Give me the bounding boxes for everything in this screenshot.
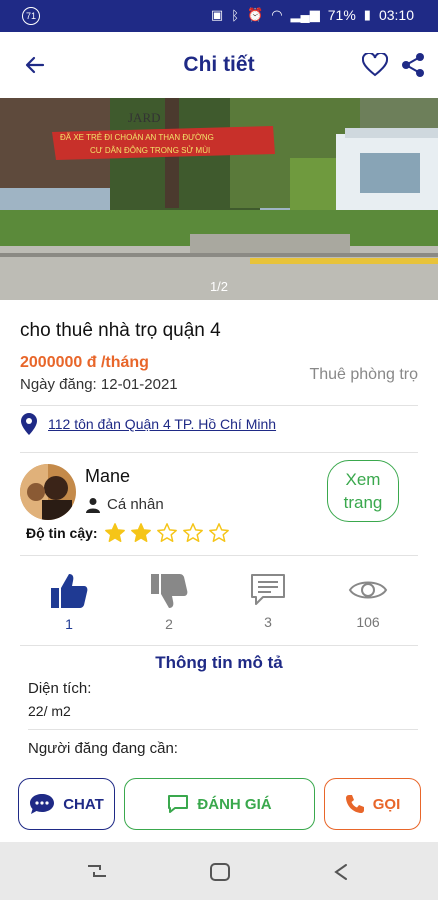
- alarm-icon: ⏰: [247, 7, 264, 22]
- heart-icon: [362, 53, 388, 77]
- favorite-button[interactable]: [360, 48, 390, 82]
- wifi-icon: ◠: [271, 7, 283, 22]
- star-rating: [104, 522, 230, 544]
- home-icon[interactable]: [209, 862, 231, 882]
- owner-name: Mane: [85, 466, 131, 486]
- dislike-stat[interactable]: 2: [139, 572, 199, 632]
- comment-count: 3: [264, 614, 272, 630]
- eye-icon: [348, 581, 388, 599]
- address-link[interactable]: 112 tôn đản Quận 4 TP. Hồ Chí Minh: [48, 416, 276, 432]
- star-empty-icon: [156, 523, 177, 542]
- comment-icon: [251, 574, 285, 605]
- rate-button[interactable]: ĐÁNH GIÁ: [124, 778, 315, 830]
- comment-stat[interactable]: 3: [238, 572, 298, 630]
- star-filled-icon: [130, 523, 151, 542]
- listing-photo-carousel[interactable]: ĐÃ XE TRẺ ĐI CHOÁN AN THAN ĐƯỜNG CƯ DÂN …: [0, 98, 438, 300]
- status-icons: ▣ ᛒ ⏰ ◠ ▂▄▆ 71% ▮ 03:10: [211, 7, 414, 23]
- person-icon: [86, 497, 100, 513]
- interaction-stats: 1 2 3 106: [0, 572, 438, 636]
- sim-icon: ▣: [210, 7, 224, 22]
- system-nav-bar: [0, 842, 438, 900]
- banner-line-1: ĐÃ XE TRẺ ĐI CHOÁN AN THAN ĐƯỜNG: [60, 133, 214, 142]
- posted-date: Ngày đăng: 12-01-2021: [20, 376, 178, 393]
- trust-label: Độ tin cậy:: [26, 525, 98, 541]
- listing-category: Thuê phòng trọ: [309, 366, 418, 383]
- divider: [20, 452, 418, 453]
- rate-button-label: ĐÁNH GIÁ: [197, 795, 272, 813]
- chat-bubble-icon: [30, 794, 55, 814]
- battery-percent: 71%: [327, 7, 356, 23]
- posted-date-label: Ngày đăng:: [20, 376, 97, 393]
- owner-type: Cá nhân: [85, 496, 164, 513]
- area-value: 22/ m2: [28, 703, 71, 719]
- needs-label: Người đăng đang cần:: [28, 740, 178, 757]
- share-button[interactable]: [398, 48, 428, 82]
- divider: [20, 645, 418, 646]
- message-square-icon: [168, 795, 189, 813]
- avatar[interactable]: [20, 464, 76, 520]
- phone-icon: [345, 795, 364, 813]
- call-button[interactable]: GỌI: [324, 778, 421, 830]
- view-page-label-2: trang: [343, 493, 383, 512]
- trust-rating: Độ tin cậy:: [26, 522, 230, 544]
- bluetooth-icon: ᛒ: [231, 7, 240, 23]
- divider: [20, 555, 418, 556]
- listing-title: cho thuê nhà trọ quận 4: [20, 320, 221, 341]
- signal-icon: ▂▄▆: [290, 7, 320, 22]
- star-filled-icon: [104, 523, 125, 542]
- description-title: Thông tin mô tả: [155, 653, 283, 672]
- listing-photo: ĐÃ XE TRẺ ĐI CHOÁN AN THAN ĐƯỜNG CƯ DÂN …: [0, 98, 438, 300]
- back-button[interactable]: [18, 48, 52, 82]
- divider: [28, 729, 418, 730]
- chat-button[interactable]: CHAT: [18, 778, 115, 830]
- like-count: 1: [65, 616, 73, 632]
- banner-line-2: CƯ DÂN ĐÔNG TRONG SỬ MÙI: [90, 146, 210, 155]
- back-nav-icon[interactable]: [330, 862, 352, 882]
- status-bar: 71 ▣ ᛒ ⏰ ◠ ▂▄▆ 71% ▮ 03:10: [0, 0, 438, 32]
- arrow-left-icon: [25, 56, 45, 74]
- view-page-button[interactable]: Xem trang: [327, 460, 399, 522]
- avatar-photo: [20, 464, 76, 520]
- view-stat: 106: [338, 572, 398, 630]
- location-pin-icon: [21, 413, 37, 435]
- address-row[interactable]: 112 tôn đản Quận 4 TP. Hồ Chí Minh: [20, 412, 276, 436]
- area-label: Diện tích:: [28, 680, 92, 697]
- chat-button-label: CHAT: [63, 795, 104, 813]
- notification-count-badge: 71: [22, 7, 40, 25]
- battery-icon: ▮: [363, 7, 371, 22]
- dislike-count: 2: [165, 616, 173, 632]
- app-header: Chi tiết: [0, 32, 438, 98]
- photo-counter: 1/2: [209, 279, 229, 294]
- page-title: Chi tiết: [183, 53, 255, 76]
- recent-apps-icon[interactable]: [86, 862, 108, 880]
- like-stat[interactable]: 1: [39, 572, 99, 632]
- posted-date-value: 12-01-2021: [100, 376, 178, 393]
- view-page-label-1: Xem: [345, 470, 381, 489]
- clock: 03:10: [378, 7, 414, 23]
- divider: [20, 405, 418, 406]
- thumbs-down-icon: [151, 574, 188, 608]
- listing-price: 2000000 đ /tháng: [20, 354, 149, 371]
- action-bar: CHAT ĐÁNH GIÁ GỌI: [0, 766, 438, 840]
- thumbs-up-icon: [51, 574, 88, 608]
- call-button-label: GỌI: [372, 795, 401, 813]
- share-icon: [402, 53, 424, 77]
- building-sign: JARD: [128, 110, 161, 125]
- star-empty-icon: [182, 523, 203, 542]
- view-count: 106: [356, 614, 380, 630]
- owner-type-label: Cá nhân: [107, 496, 164, 513]
- star-empty-icon: [208, 523, 229, 542]
